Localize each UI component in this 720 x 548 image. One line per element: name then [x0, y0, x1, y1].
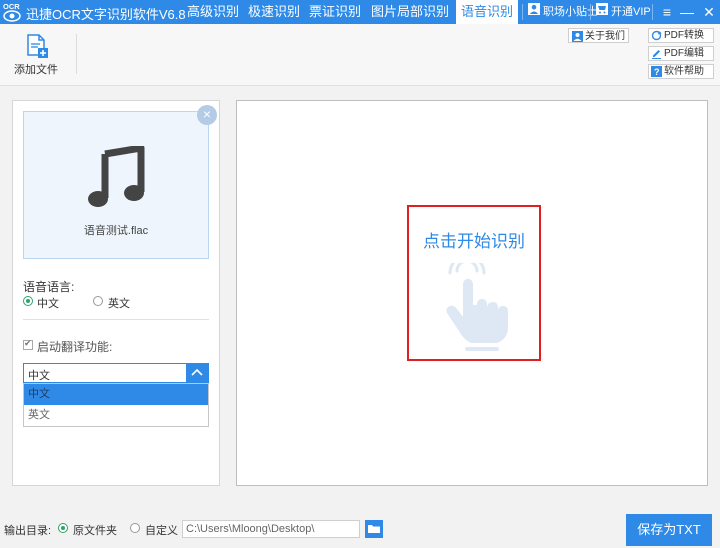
vip-link[interactable]: 开通VIP [596, 0, 651, 24]
app-logo: OCR [2, 1, 22, 23]
pdf-edit-button[interactable]: PDF编辑 [648, 46, 714, 61]
radio-original-folder-label: 原文件夹 [73, 525, 117, 537]
add-file-label: 添加文件 [14, 64, 58, 76]
title-divider [652, 4, 653, 20]
menu-icon[interactable]: ≡ [656, 0, 678, 24]
about-us-label: 关于我们 [585, 31, 625, 42]
file-card[interactable]: 语音测试.flac [23, 111, 209, 259]
translate-select-value: 中文 [28, 370, 50, 382]
file-name: 语音测试.flac [83, 225, 149, 237]
translate-dropdown: 中文 英文 [23, 383, 209, 427]
music-note-icon [88, 146, 145, 207]
bottom-bar: 输出目录: 原文件夹 自定义 C:\Users\Mloong\Desktop\ … [0, 510, 720, 548]
start-recognition-label: 点击开始识别 [423, 232, 525, 251]
translate-language-select[interactable]: 中文 [23, 363, 209, 383]
minimize-icon[interactable]: — [676, 0, 698, 24]
add-file-button[interactable]: 添加文件 [10, 34, 62, 78]
radio-english[interactable] [93, 296, 103, 306]
svg-text:?: ? [654, 67, 660, 77]
edit-icon [651, 48, 662, 59]
toolbar-divider [76, 34, 77, 74]
section-divider [23, 319, 209, 320]
title-bar: OCR 迅捷OCR文字识别软件V6.8 高级识别 极速识别 票证识别 图片局部识… [0, 0, 720, 24]
pdf-edit-label: PDF编辑 [664, 48, 704, 59]
result-panel: 点击开始识别 [236, 100, 708, 486]
language-label: 语音语言: [23, 280, 75, 294]
vip-label: 开通VIP [611, 6, 651, 18]
folder-icon [368, 525, 380, 533]
radio-chinese-label: 中文 [37, 298, 59, 310]
tab-advanced-ocr[interactable]: 高级识别 [182, 0, 244, 24]
dropdown-option-english[interactable]: 英文 [24, 405, 208, 426]
tab-partial-ocr[interactable]: 图片局部识别 [366, 0, 454, 24]
pdf-convert-label: PDF转换 [664, 30, 704, 41]
tab-fast-ocr[interactable]: 极速识别 [244, 0, 304, 24]
tab-voice-ocr[interactable]: 语音识别 [456, 0, 518, 24]
translate-checkbox[interactable] [23, 338, 33, 350]
pdf-convert-button[interactable]: PDF转换 [648, 28, 714, 43]
user-icon [528, 0, 540, 24]
toolbar: 添加文件 关于我们 PDF转换 PDF编辑 ? 软件帮助 [0, 24, 720, 86]
chevron-up-icon[interactable] [186, 364, 208, 382]
translate-label: 启动翻译功能: [37, 340, 113, 354]
remove-file-icon[interactable]: × [197, 105, 217, 125]
add-file-icon [27, 34, 48, 58]
radio-chinese[interactable] [23, 296, 33, 306]
close-icon[interactable]: ✕ [698, 0, 720, 24]
title-divider [590, 4, 591, 20]
radio-original-folder[interactable] [58, 523, 68, 533]
file-panel: 语音测试.flac × 语音语言: 中文 英文 启动翻译功能: 中文 中文 英文 [12, 100, 220, 486]
app-title: 迅捷OCR文字识别软件V6.8 [26, 7, 186, 22]
dropdown-option-chinese[interactable]: 中文 [24, 384, 208, 405]
output-path-input[interactable]: C:\Users\Mloong\Desktop\ [182, 520, 360, 538]
convert-icon [651, 30, 662, 41]
cart-icon [596, 0, 608, 24]
tips-link[interactable]: 职场小贴士 [528, 0, 598, 24]
save-txt-button[interactable]: 保存为TXT [626, 514, 712, 546]
about-us-button[interactable]: 关于我们 [568, 28, 629, 43]
title-divider [522, 4, 523, 20]
start-recognition-button[interactable]: 点击开始识别 [407, 205, 541, 361]
browse-folder-button[interactable] [365, 520, 383, 538]
tab-ticket-ocr[interactable]: 票证识别 [304, 0, 366, 24]
help-label: 软件帮助 [664, 66, 704, 77]
radio-custom-folder[interactable] [130, 523, 140, 533]
radio-english-label: 英文 [108, 298, 130, 310]
logo-text: OCR [3, 2, 20, 11]
output-dir-label: 输出目录: [4, 525, 52, 537]
tap-hand-icon [446, 263, 508, 351]
help-icon: ? [651, 65, 662, 77]
person-icon [572, 30, 583, 42]
help-button[interactable]: ? 软件帮助 [648, 64, 714, 79]
radio-custom-folder-label: 自定义 [145, 525, 178, 537]
